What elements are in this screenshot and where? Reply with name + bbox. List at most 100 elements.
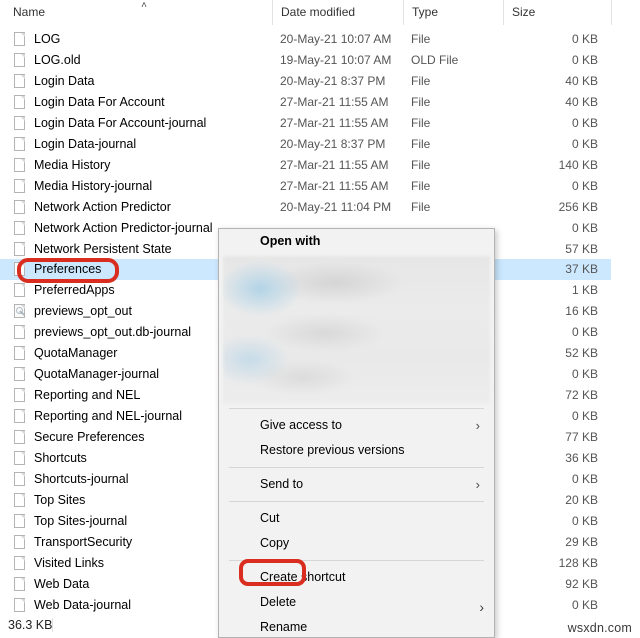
file-size-cell: 36 KB: [565, 451, 598, 465]
file-name-label: Shortcuts: [34, 451, 87, 465]
file-row[interactable]: LOG 20-May-21 10:07 AM File 0 KB: [0, 29, 640, 50]
menu-item-give-access-to[interactable]: Give access to ›: [219, 413, 494, 438]
file-size-cell: 0 KB: [571, 136, 598, 151]
file-name-label: Media History: [34, 157, 111, 172]
chevron-right-icon: ›: [475, 477, 480, 492]
file-row[interactable]: Login Data For Account 27-Mar-21 11:55 AM…: [0, 92, 640, 113]
file-icon: [14, 451, 26, 466]
file-date-cell: 20-May-21 10:07 AM: [280, 32, 392, 46]
file-name-label: Login Data For Account-journal: [34, 115, 207, 130]
file-name-label: Login Data: [34, 73, 95, 88]
menu-item-delete[interactable]: Delete: [219, 590, 494, 615]
menu-item-label: Send to: [260, 477, 304, 491]
file-size-cell: 57 KB: [565, 241, 598, 256]
menu-item-cut[interactable]: Cut: [219, 506, 494, 531]
file-size-cell: 0 KB: [571, 220, 598, 235]
file-name-label: Web Data: [34, 576, 90, 591]
file-size-cell: 0 KB: [571, 471, 598, 486]
file-name-cell[interactable]: Login Data For Account-journal: [0, 113, 272, 134]
menu-item-label: Cut: [260, 511, 280, 525]
column-header-name-label: Name: [13, 5, 46, 19]
file-name-cell[interactable]: Media History: [0, 155, 272, 176]
status-selection-size: 36.3 KB: [8, 618, 53, 632]
file-name-label: Secure Preferences: [34, 430, 145, 445]
file-type-cell: File: [411, 136, 431, 151]
file-date-cell: 27-Mar-21 11:55 AM: [280, 94, 389, 109]
column-header-spacer[interactable]: [611, 0, 640, 25]
file-row[interactable]: Login Data 20-May-21 8:37 PM File 40 KB: [0, 71, 640, 92]
file-name-label: Login Data For Account: [34, 94, 165, 109]
file-name-cell[interactable]: Login Data-journal: [0, 134, 272, 155]
menu-item-send-to[interactable]: Send to ›: [219, 472, 494, 497]
file-name-cell[interactable]: Login Data: [0, 71, 272, 92]
file-type-cell: OLD File: [411, 52, 459, 67]
context-menu[interactable]: Open with › Give access to › Restore previou…: [218, 228, 495, 638]
file-name-cell[interactable]: Media History-journal: [0, 176, 272, 197]
file-icon: [14, 241, 26, 257]
file-size-cell: 72 KB: [565, 388, 598, 403]
column-header-type[interactable]: Type: [403, 0, 503, 25]
file-row[interactable]: Media History 27-Mar-21 11:55 AM File 140 K…: [0, 155, 640, 176]
menu-item-create-shortcut[interactable]: Create shortcut: [219, 565, 494, 590]
file-size-cell: 140 KB: [558, 157, 598, 172]
file-icon: [14, 52, 26, 68]
file-date-cell: 19-May-21 10:07 AM: [280, 52, 392, 67]
file-name-cell[interactable]: Network Action Predictor: [0, 197, 272, 218]
file-icon: [14, 262, 26, 277]
watermark: wsxdn.com: [567, 621, 632, 635]
menu-item-label: Rename: [260, 620, 308, 634]
menu-separator: [229, 560, 484, 561]
file-row[interactable]: Login Data-journal 20-May-21 8:37 PM File 0…: [0, 134, 640, 155]
menu-item-open-with[interactable]: Open with: [219, 229, 494, 254]
file-size-cell: 0 KB: [571, 409, 598, 424]
file-size-cell: 0 KB: [571, 52, 598, 67]
file-name-cell[interactable]: LOG.old: [0, 50, 272, 71]
file-icon: [14, 367, 26, 382]
file-type-cell: File: [411, 32, 431, 46]
file-size-cell: 0 KB: [571, 178, 598, 193]
file-icon: [14, 157, 26, 173]
file-name-label: previews_opt_out.db-journal: [34, 325, 192, 340]
file-size-cell: 40 KB: [565, 94, 598, 109]
column-header-date-modified[interactable]: Date modified: [272, 0, 403, 25]
file-row[interactable]: Media History-journal 27-Mar-21 11:55 AM F…: [0, 176, 640, 197]
file-date-cell: 27-Mar-21 11:55 AM: [280, 157, 389, 172]
file-name-label: previews_opt_out: [34, 304, 132, 319]
file-size-cell: 29 KB: [565, 534, 598, 549]
file-size-cell: 0 KB: [571, 367, 598, 382]
file-name-cell[interactable]: Login Data For Account: [0, 92, 272, 113]
file-size-cell: 1 KB: [571, 283, 598, 298]
file-icon: [14, 388, 26, 403]
file-type-cell: File: [411, 199, 431, 214]
file-name-label: Network Action Predictor: [34, 199, 171, 214]
file-row[interactable]: Network Action Predictor 20-May-21 11:04 …: [0, 197, 640, 218]
file-name-label: TransportSecurity: [34, 534, 133, 549]
file-size-cell: 77 KB: [565, 430, 598, 445]
file-size-cell: 0 KB: [571, 325, 598, 340]
file-icon: [14, 576, 26, 592]
file-size-cell: 128 KB: [558, 555, 598, 570]
file-name-label: Login Data-journal: [34, 136, 137, 151]
file-name-label: Reporting and NEL: [34, 388, 141, 403]
menu-separator: [229, 501, 484, 502]
column-header-name[interactable]: Name: [0, 0, 272, 25]
menu-item-restore-previous-versions[interactable]: Restore previous versions: [219, 438, 494, 463]
file-icon: [14, 513, 26, 529]
file-icon: [14, 430, 26, 445]
file-icon: [14, 325, 26, 340]
file-row[interactable]: LOG.old 19-May-21 10:07 AM OLD File 0 KB: [0, 50, 640, 71]
file-name-label: QuotaManager-journal: [34, 367, 160, 382]
file-name-label: Web Data-journal: [34, 597, 132, 612]
menu-item-rename[interactable]: Rename: [219, 615, 494, 637]
menu-redacted-app-list[interactable]: [223, 256, 490, 404]
file-icon: [14, 409, 26, 424]
menu-item-label: Copy: [260, 536, 290, 550]
file-name-cell[interactable]: LOG: [0, 29, 272, 50]
menu-item-copy[interactable]: Copy: [219, 531, 494, 556]
file-row[interactable]: Login Data For Account-journal 27-Mar-21 …: [0, 113, 640, 134]
file-name-label: Visited Links: [34, 555, 104, 570]
file-icon: [14, 346, 26, 361]
column-header-size[interactable]: Size: [503, 0, 611, 25]
chevron-right-icon: ›: [475, 418, 480, 433]
sort-ascending-icon[interactable]: ˄: [138, 1, 150, 11]
